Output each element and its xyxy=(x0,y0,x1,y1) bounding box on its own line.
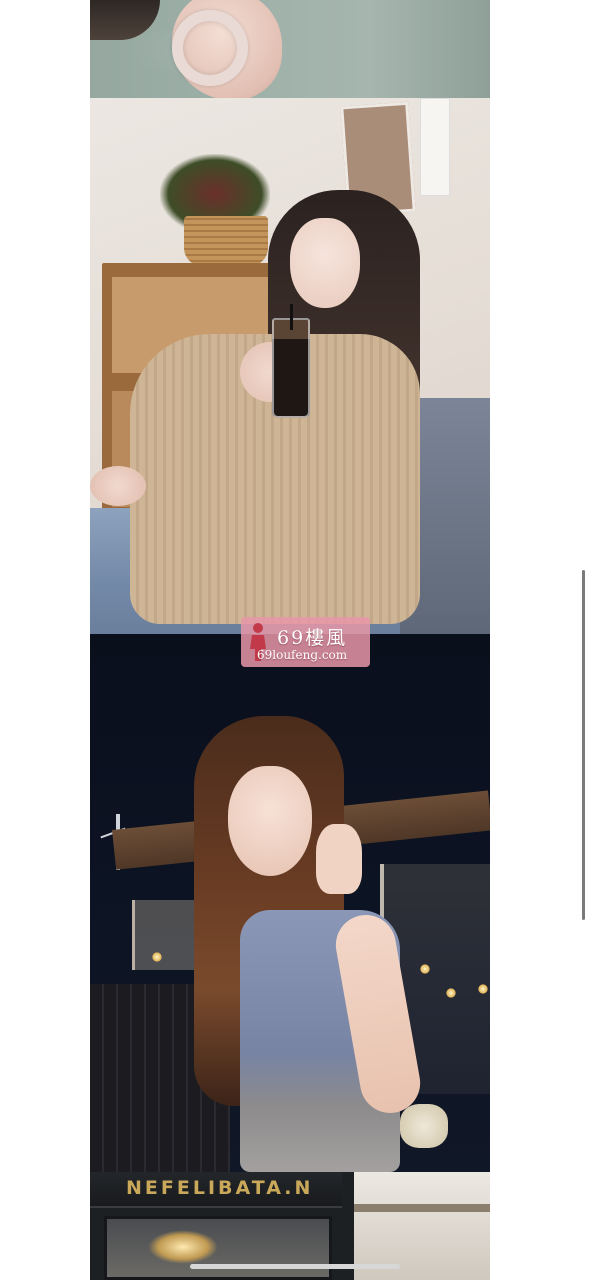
watermark-title: 69樓風 xyxy=(277,627,348,649)
photo-peace-sign-hand xyxy=(316,824,362,894)
watermark-url: 69loufeng.com xyxy=(257,648,348,662)
photo-hair xyxy=(90,0,160,40)
storefront-window xyxy=(104,1216,332,1280)
photo-basket xyxy=(184,216,268,266)
feed-photo-cafe[interactable] xyxy=(90,98,490,634)
photo-hand xyxy=(90,466,146,506)
scroll-indicator[interactable] xyxy=(582,570,585,920)
photo-light xyxy=(152,952,162,962)
photo-iced-coffee xyxy=(272,318,310,418)
photo-light xyxy=(446,988,456,998)
interior-stripe xyxy=(354,1204,490,1212)
home-indicator[interactable] xyxy=(190,1264,400,1269)
feed-photo-sweater-bangle[interactable] xyxy=(90,0,490,98)
photo-light xyxy=(420,964,430,974)
photo-straw xyxy=(290,304,293,330)
photo-face xyxy=(228,766,312,876)
storefront-sign: NEFELIBATA.N xyxy=(90,1172,342,1208)
photo-light xyxy=(478,984,488,994)
photo-wall-note xyxy=(420,98,450,196)
site-watermark: 69樓風 69loufeng.com xyxy=(241,617,370,667)
storefront-chandelier xyxy=(148,1230,218,1264)
feed-photo-night-rooftop[interactable] xyxy=(90,634,490,1172)
photo-bangle xyxy=(172,10,248,86)
storefront-brand-text: NEFELIBATA.N xyxy=(126,1177,314,1199)
photo-face xyxy=(290,218,360,308)
photo-purse xyxy=(400,1104,448,1148)
